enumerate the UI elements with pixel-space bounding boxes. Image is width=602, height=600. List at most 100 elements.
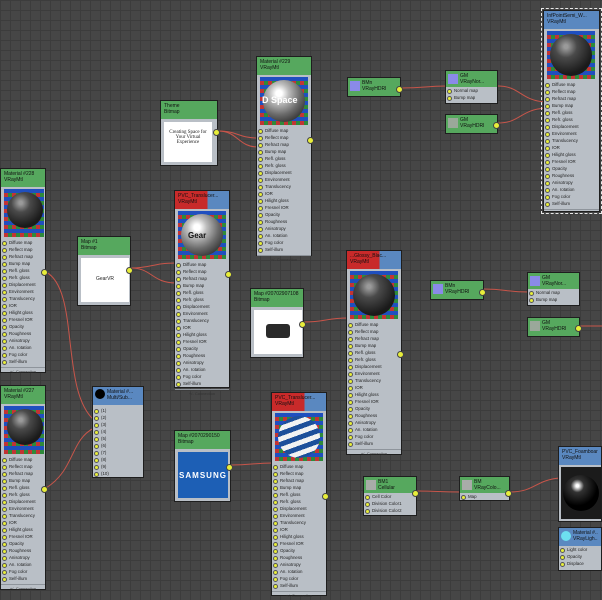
slot-row[interactable]: IOR — [2, 302, 42, 309]
slot-row[interactable]: Fog color — [258, 239, 308, 246]
output-socket[interactable] — [396, 86, 403, 93]
node-bm-vraycolor[interactable]: BM VRayColo... Map — [459, 476, 512, 501]
connection-footer[interactable]: +/- Connection — [257, 255, 311, 263]
slot-row[interactable]: Fog color — [176, 373, 226, 380]
slot-row[interactable]: Opacity — [2, 323, 42, 330]
node-header[interactable]: Map #20702907108 Bitmap — [251, 289, 303, 307]
node-bmn-hdri-1[interactable]: BMn VRayHDRI — [347, 77, 403, 97]
slot-row[interactable]: Hilight gloss — [273, 533, 323, 540]
slot-row[interactable]: Fresnel IOR — [2, 533, 42, 540]
slot-row[interactable]: Refr. gloss — [273, 498, 323, 505]
slot-row[interactable]: Self-illum — [176, 380, 226, 387]
slot-row[interactable]: An. rotation — [176, 366, 226, 373]
slot-row[interactable]: Environment — [2, 505, 42, 512]
output-socket[interactable] — [397, 351, 404, 358]
node-gm-hdri-2[interactable]: GM VRayHDRI — [527, 317, 582, 337]
slot-row[interactable]: Refl. gloss — [2, 484, 42, 491]
slot-row[interactable]: Hilight gloss — [176, 331, 226, 338]
slot-row[interactable]: Refr. gloss — [545, 116, 596, 123]
slot-row[interactable]: Diffuse map — [176, 261, 226, 268]
slot-row[interactable]: (4) — [94, 428, 140, 435]
slot-row[interactable]: Refl. gloss — [545, 109, 596, 116]
slot-row[interactable]: Roughness — [258, 218, 308, 225]
slot-row[interactable]: Bump map — [545, 102, 596, 109]
slot-row[interactable]: Fresnel IOR — [258, 204, 308, 211]
output-socket[interactable] — [41, 486, 48, 493]
connection-footer[interactable]: +/- Connection — [175, 389, 229, 397]
slot-row[interactable]: IOR — [2, 519, 42, 526]
slot-row[interactable]: Self-illum — [2, 575, 42, 582]
slot-row[interactable]: Reflect map — [2, 463, 42, 470]
slot-row[interactable]: Cell Color — [365, 493, 413, 500]
slot-row[interactable]: Opacity — [258, 211, 308, 218]
slot-row[interactable]: Refl. gloss — [348, 349, 398, 356]
slot-row[interactable]: Light color — [560, 546, 598, 553]
slot-row[interactable]: (8) — [94, 456, 140, 463]
slot-row[interactable]: Normal map — [529, 289, 576, 296]
slot-row[interactable]: Fog color — [2, 568, 42, 575]
node-header[interactable]: BM VRayColo... — [460, 477, 509, 493]
node-header[interactable]: Material #... VRayLigh... — [559, 528, 601, 546]
slot-row[interactable]: Displacement — [273, 505, 323, 512]
output-socket[interactable] — [322, 493, 329, 500]
slot-row[interactable]: Reflect map — [176, 268, 226, 275]
slot-row[interactable]: Environment — [273, 512, 323, 519]
node-material-229[interactable]: Material #229 VRayMtl D Space Diffuse ma… — [256, 56, 314, 262]
slot-row[interactable]: Opacity — [273, 547, 323, 554]
slot-row[interactable]: Environment — [545, 130, 596, 137]
output-socket[interactable] — [505, 490, 512, 497]
slot-row[interactable]: Hilight gloss — [348, 391, 398, 398]
node-infpointsemi-material[interactable]: InfPointSemi_W... VRayMtl Diffuse map Ref… — [541, 8, 602, 216]
slot-row[interactable]: Hilight gloss — [258, 197, 308, 204]
node-header[interactable]: GM VRayNor... — [446, 71, 497, 87]
slot-row[interactable]: Fresnel IOR — [348, 398, 398, 405]
slot-row[interactable]: Fresnel IOR — [273, 540, 323, 547]
node-map-2070290108[interactable]: Map #20702907108 Bitmap — [250, 288, 306, 358]
slot-row[interactable]: Fresnel IOR — [545, 158, 596, 165]
slot-row[interactable]: Environment — [2, 288, 42, 295]
slot-row[interactable]: An. rotation — [545, 186, 596, 193]
slot-row[interactable]: Map — [461, 493, 506, 500]
output-socket[interactable] — [226, 464, 233, 471]
slot-row[interactable]: Roughness — [2, 330, 42, 337]
slot-row[interactable]: IOR — [273, 526, 323, 533]
node-gm-hdri-1[interactable]: GM VRayHDRI — [445, 114, 500, 134]
slot-row[interactable]: Reflect map — [545, 88, 596, 95]
slate-material-editor-view[interactable]: Material #229 VRayMtl D Space Diffuse ma… — [0, 0, 602, 600]
slot-row[interactable]: Reflect map — [2, 246, 42, 253]
slot-row[interactable]: Hilight gloss — [545, 151, 596, 158]
slot-row[interactable]: Refr. gloss — [176, 296, 226, 303]
slot-row[interactable]: An. rotation — [273, 568, 323, 575]
slot-row[interactable]: Refl. gloss — [258, 155, 308, 162]
slot-row[interactable]: Environment — [348, 370, 398, 377]
slot-row[interactable]: Bump map — [258, 148, 308, 155]
slot-row[interactable]: Bump map — [176, 282, 226, 289]
node-header[interactable]: Map #1 Bitmap — [78, 237, 130, 255]
slot-row[interactable]: Diffuse map — [2, 239, 42, 246]
slot-row[interactable]: Displacement — [2, 498, 42, 505]
output-socket[interactable] — [412, 490, 419, 497]
node-header[interactable]: BMn VRayHDRI — [348, 78, 400, 96]
slot-row[interactable]: (2) — [94, 414, 140, 421]
slot-row[interactable]: Reflect map — [258, 134, 308, 141]
slot-row[interactable]: Refract map — [545, 95, 596, 102]
node-header[interactable]: PVC_Translucer... VRayMtl — [272, 393, 326, 411]
output-socket[interactable] — [126, 267, 133, 274]
slot-row[interactable]: Fresnel IOR — [2, 316, 42, 323]
slot-row[interactable]: (7) — [94, 449, 140, 456]
node-header[interactable]: Theme Bitmap — [161, 101, 217, 119]
slot-row[interactable]: Roughness — [2, 547, 42, 554]
slot-row[interactable]: Opacity — [545, 165, 596, 172]
output-socket[interactable] — [307, 137, 314, 144]
slot-row[interactable]: Opacity — [176, 345, 226, 352]
slot-row[interactable]: Hilight gloss — [2, 309, 42, 316]
slot-row[interactable]: Bump map — [529, 296, 576, 303]
slot-row[interactable]: Translucency — [273, 519, 323, 526]
slot-row[interactable]: Translucency — [348, 377, 398, 384]
slot-row[interactable]: Diffuse map — [348, 321, 398, 328]
node-pvc-translucent-1[interactable]: PVC_Translucer... VRayMtl Gear Diffuse m… — [174, 190, 232, 396]
slot-row[interactable]: Translucency — [545, 137, 596, 144]
output-socket[interactable] — [479, 289, 486, 296]
slot-row[interactable]: IOR — [258, 190, 308, 197]
slot-row[interactable]: Bump map — [348, 342, 398, 349]
